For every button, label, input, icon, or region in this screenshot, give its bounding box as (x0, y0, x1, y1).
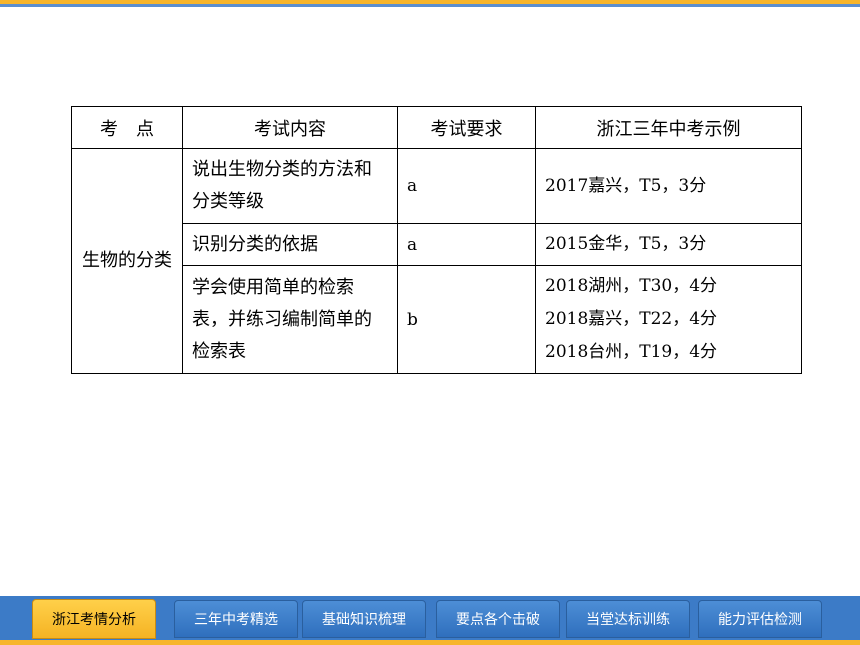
examples-cell: 2015金华，T5，3分 (535, 223, 802, 266)
tab-assessment[interactable]: 能力评估检测 (698, 600, 822, 638)
top-blue-rule (0, 4, 860, 7)
requirement-cell: b (397, 265, 536, 374)
content-text: 说出生物分类的方法和分类等级 (192, 159, 372, 212)
tab-basics[interactable]: 基础知识梳理 (302, 600, 426, 638)
header-topic: 考 点 (71, 106, 183, 149)
header-requirement: 考试要求 (397, 106, 536, 149)
examples-cell: 2017嘉兴，T5，3分 (535, 148, 802, 224)
content-text: 学会使用简单的检索表，并练习编制简单的检索表 (192, 276, 372, 362)
bottom-accent-line (0, 640, 860, 645)
table-header-row: 考 点 考试内容 考试要求 浙江三年中考示例 (71, 106, 802, 149)
header-content: 考试内容 (182, 106, 398, 149)
example-item: 2018湖州，T30，4分 (545, 276, 718, 296)
exam-analysis-table: 考 点 考试内容 考试要求 浙江三年中考示例 生物的分类 说出生物分类的方法和分… (71, 106, 802, 374)
example-item: 2017嘉兴，T5，3分 (545, 175, 707, 196)
tab-practice[interactable]: 当堂达标训练 (566, 600, 690, 638)
requirement-cell: a (397, 223, 536, 266)
tab-analysis[interactable]: 浙江考情分析 (32, 599, 156, 639)
header-examples: 浙江三年中考示例 (535, 106, 802, 149)
example-item: 2015金华，T5，3分 (545, 234, 707, 254)
example-item: 2018台州，T19，4分 (545, 342, 718, 362)
content-text: 识别分类的依据 (192, 233, 318, 255)
tab-past-exams[interactable]: 三年中考精选 (174, 600, 298, 638)
requirement-cell: a (397, 148, 536, 224)
table-row: 生物的分类 说出生物分类的方法和分类等级 a 2017嘉兴，T5，3分 (71, 148, 802, 374)
content-cell: 说出生物分类的方法和分类等级 (182, 148, 398, 224)
content-cell: 识别分类的依据 (182, 223, 398, 266)
tab-key-points[interactable]: 要点各个击破 (436, 600, 560, 638)
topic-label: 生物的分类 (82, 250, 172, 271)
examples-cell: 2018湖州，T30，4分 2018嘉兴，T22，4分 2018台州，T19，4… (535, 265, 802, 374)
content-cell: 学会使用简单的检索表，并练习编制简单的检索表 (182, 265, 398, 374)
topic-cell: 生物的分类 (71, 148, 183, 374)
example-item: 2018嘉兴，T22，4分 (545, 309, 718, 329)
